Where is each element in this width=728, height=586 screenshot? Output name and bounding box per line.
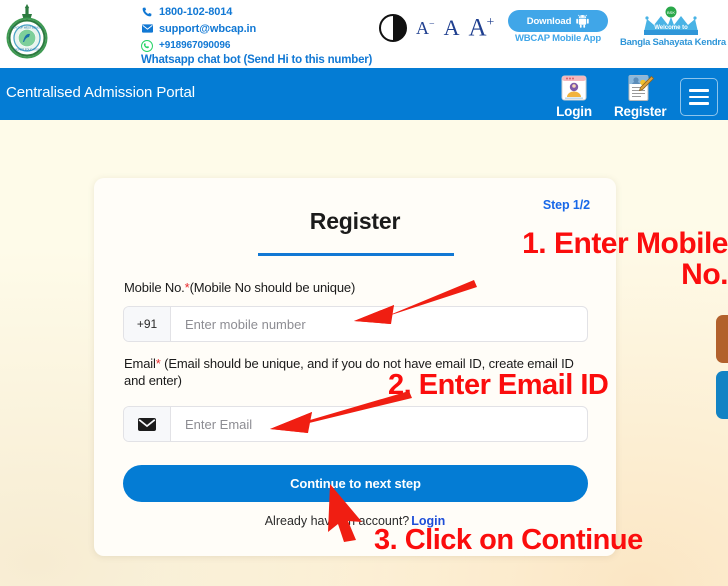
main-navbar: Centralised Admission Portal Login Regis… (0, 68, 728, 120)
mobile-input-group[interactable]: +91 (123, 306, 588, 342)
mobile-label-hint: (Mobile No should be unique) (189, 280, 356, 295)
navbar-actions: Login Register (548, 73, 718, 119)
contact-whatsapp[interactable]: +918967090096 (141, 38, 401, 53)
email-input-group[interactable] (123, 406, 588, 442)
bangla-sahayata-kendra-logo[interactable]: BSK Welcome to Bangla Sahayata Kendra (620, 6, 726, 48)
nav-item-register[interactable]: Register (614, 73, 667, 119)
mobile-country-code-prefix: +91 (124, 307, 171, 341)
login-window-icon (559, 73, 589, 103)
android-robot-icon (576, 14, 590, 28)
hamburger-menu-icon[interactable] (680, 78, 718, 116)
font-decrease-button[interactable]: A− (416, 19, 435, 37)
contact-email[interactable]: support@wbcap.in (141, 21, 401, 36)
whatsapp-chatbot-note: Whatsapp chat bot (Send Hi to this numbe… (141, 54, 373, 66)
continue-to-next-step-button[interactable]: Continue to next step (123, 465, 588, 502)
svg-text:BSK: BSK (667, 10, 675, 15)
hamburger-bar (689, 95, 709, 99)
download-app-button[interactable]: Download WBCAP Mobile App (508, 10, 608, 44)
contact-whatsapp-text: +918967090096 (159, 40, 231, 51)
download-label: Download (526, 15, 572, 27)
hamburger-bar (689, 89, 709, 92)
page-title: Centralised Admission Portal (6, 84, 195, 101)
bsk-title-label: Bangla Sahayata Kendra (620, 37, 726, 48)
top-header: GOVT OF WEST BENGAL HIGHER EDUCATION 180… (0, 0, 728, 68)
register-document-icon (625, 73, 655, 103)
svg-text:HIGHER EDUCATION: HIGHER EDUCATION (14, 48, 40, 52)
nav-item-login[interactable]: Login (548, 73, 600, 119)
bsk-welcome-label: Welcome to (654, 25, 688, 31)
feedback-tab[interactable] (716, 315, 728, 363)
contact-email-text: support@wbcap.in (159, 22, 257, 35)
annotation-step-2: 2. Enter Email ID (388, 369, 609, 401)
email-input[interactable] (171, 407, 587, 441)
contact-block: 1800-102-8014 support@wbcap.in +91896709… (141, 4, 401, 67)
title-underline (258, 253, 454, 256)
email-label-main: Email (124, 356, 156, 371)
whatsapp-icon (141, 39, 153, 52)
mobile-input[interactable] (171, 307, 587, 341)
hamburger-bar (689, 102, 709, 105)
envelope-icon (124, 407, 171, 441)
contact-phone[interactable]: 1800-102-8014 (141, 4, 401, 19)
contrast-toggle-icon[interactable] (379, 14, 407, 42)
download-sub-label: WBCAP Mobile App (515, 33, 601, 44)
contact-phone-text: 1800-102-8014 (159, 5, 233, 18)
mobile-label-main: Mobile No. (124, 280, 185, 295)
download-pill[interactable]: Download (508, 10, 608, 32)
envelope-icon (141, 24, 153, 33)
font-increase-button[interactable]: A+ (468, 15, 494, 41)
accessibility-controls: A− A A+ (379, 14, 494, 42)
svg-text:GOVT OF WEST BENGAL: GOVT OF WEST BENGAL (11, 26, 43, 30)
west-bengal-government-emblem-icon: GOVT OF WEST BENGAL HIGHER EDUCATION (4, 2, 50, 62)
phone-icon (141, 7, 153, 17)
page-body: Step 1/2 Register Mobile No.*(Mobile No … (0, 120, 728, 586)
font-normal-button[interactable]: A (444, 17, 460, 39)
nav-item-register-label: Register (614, 104, 667, 119)
annotation-step-1: 1. Enter Mobile No. (522, 227, 728, 291)
annotation-step-3: 3. Click on Continue (374, 524, 643, 556)
crown-icon: BSK Welcome to (620, 6, 722, 36)
floating-side-tabs (716, 315, 728, 419)
nav-item-login-label: Login (556, 104, 592, 119)
